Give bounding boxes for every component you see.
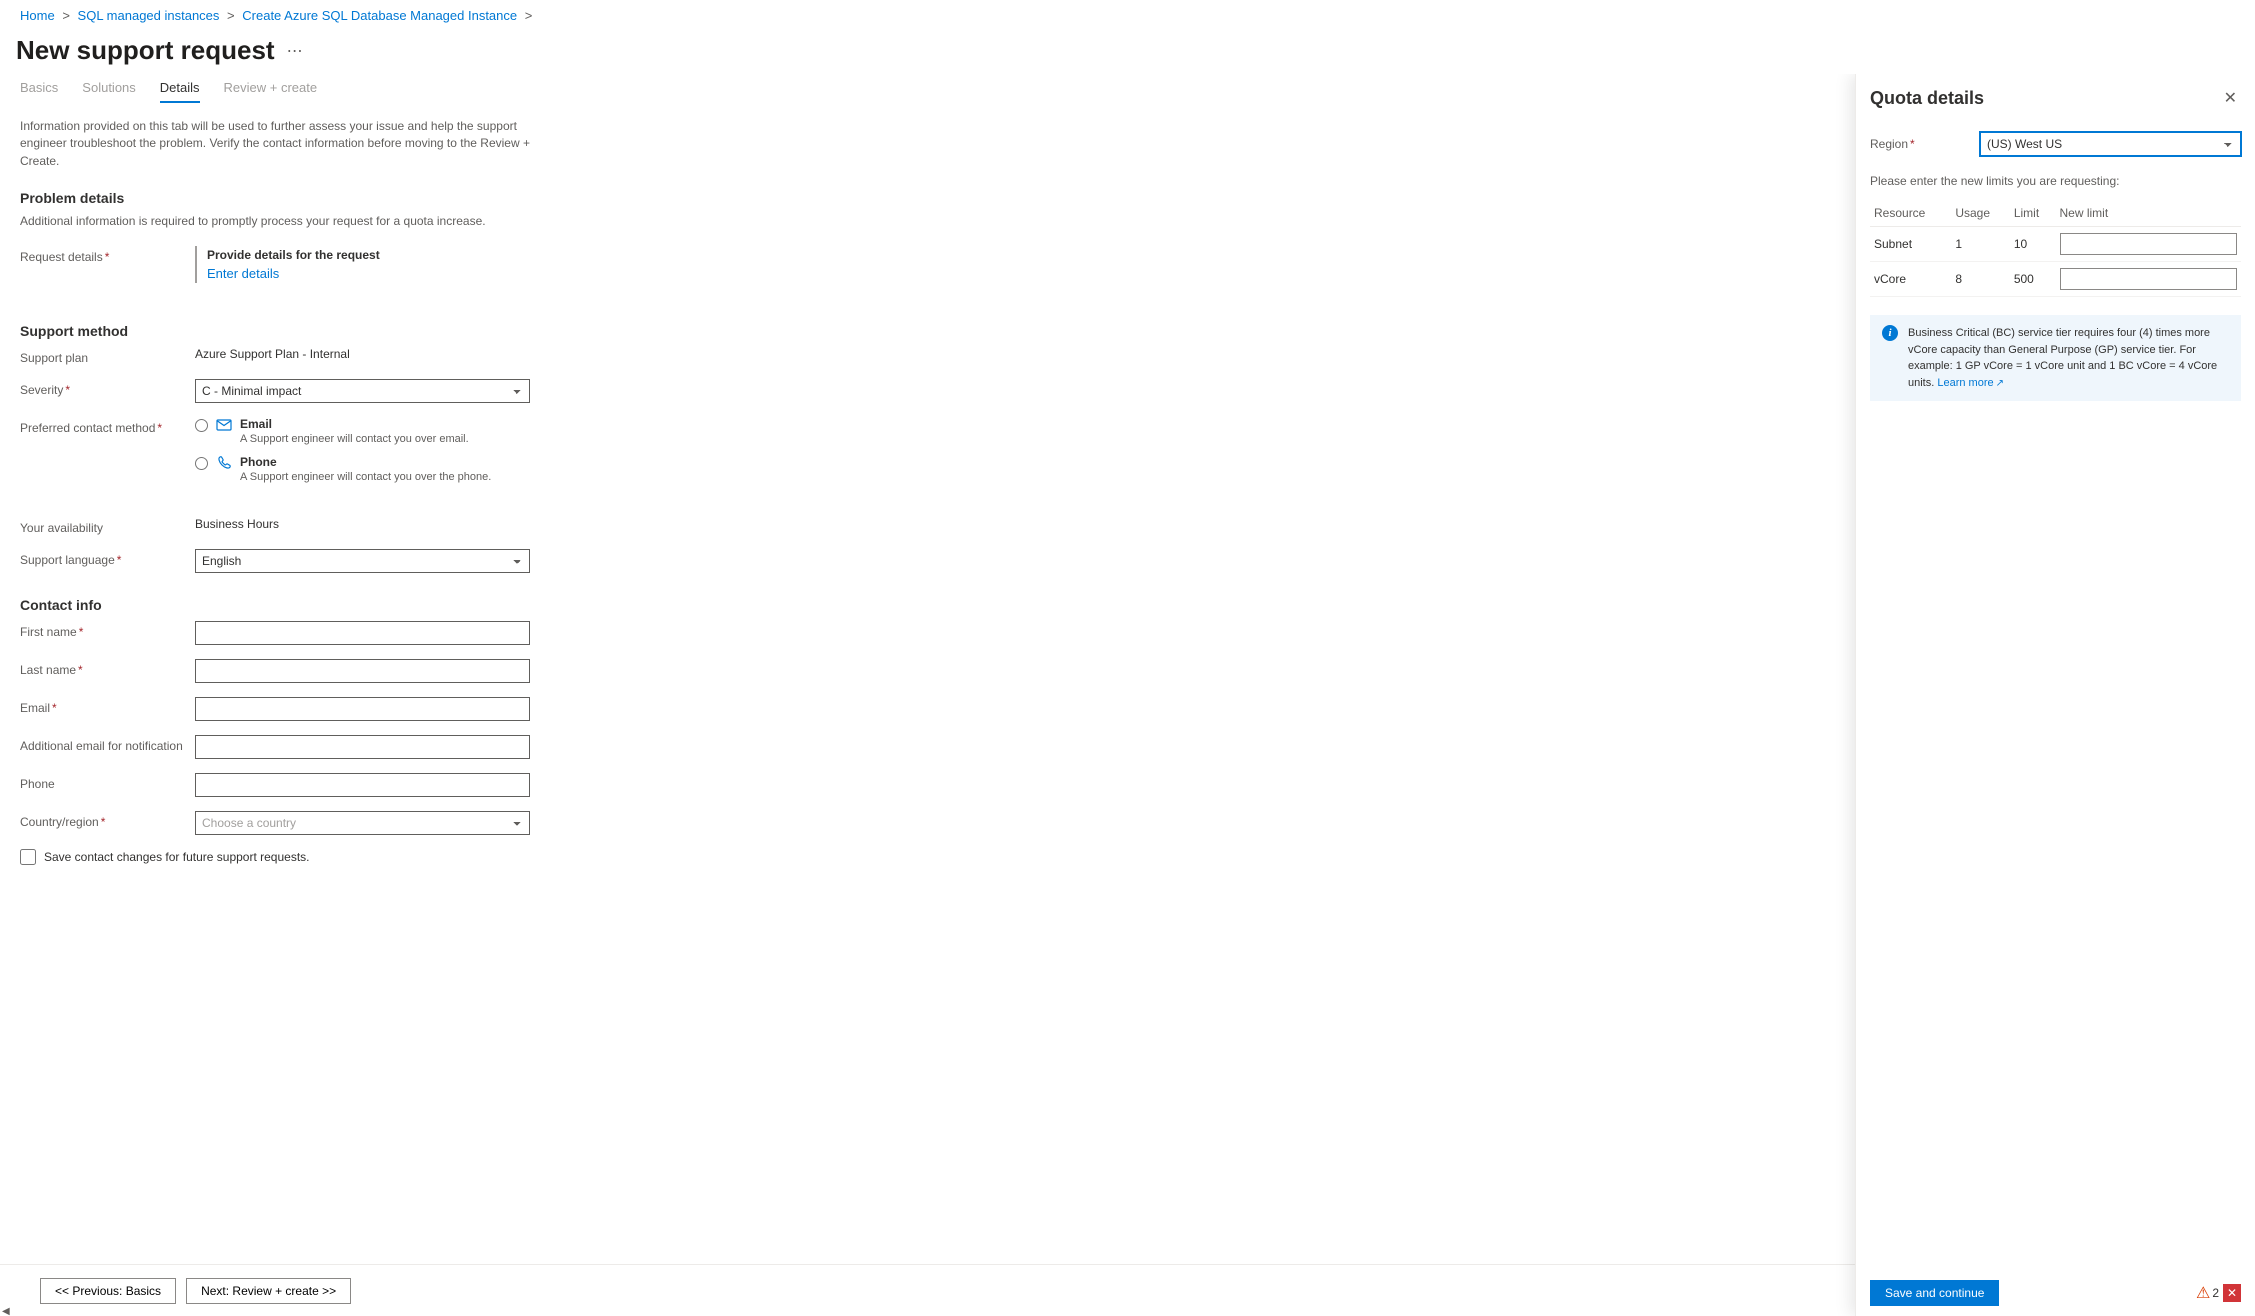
- warning-count: 2: [2212, 1286, 2219, 1300]
- country-select[interactable]: Choose a country: [195, 811, 530, 835]
- additional-email-input[interactable]: [195, 735, 530, 759]
- panel-title: Quota details: [1870, 88, 1984, 109]
- more-icon[interactable]: ⋯: [287, 41, 304, 61]
- phone-input[interactable]: [195, 773, 530, 797]
- cell-resource: Subnet: [1870, 227, 1951, 262]
- mail-icon: [216, 417, 232, 433]
- col-new-limit: New limit: [2056, 200, 2242, 227]
- close-icon[interactable]: ✕: [2220, 84, 2241, 112]
- table-row: vCore 8 500: [1870, 262, 2241, 297]
- cell-usage: 1: [1951, 227, 2009, 262]
- tab-solutions[interactable]: Solutions: [82, 74, 135, 103]
- contact-phone-radio[interactable]: [195, 457, 208, 470]
- new-limit-input-subnet[interactable]: [2060, 233, 2238, 255]
- contact-method-label: Preferred contact method*: [20, 417, 195, 435]
- first-name-label: First name*: [20, 621, 195, 639]
- contact-phone-desc: A Support engineer will contact you over…: [240, 471, 491, 483]
- col-limit: Limit: [2010, 200, 2056, 227]
- warning-badge[interactable]: ⚠ 2: [2196, 1283, 2219, 1303]
- severity-label: Severity*: [20, 379, 195, 397]
- support-plan-value: Azure Support Plan - Internal: [195, 347, 350, 361]
- language-select[interactable]: English: [195, 549, 530, 573]
- cell-limit: 500: [2010, 262, 2056, 297]
- phone-icon: [216, 455, 232, 471]
- breadcrumb-sql-managed-instances[interactable]: SQL managed instances: [78, 8, 220, 23]
- contact-email-label: Email: [240, 417, 469, 431]
- provide-details-title: Provide details for the request: [207, 248, 380, 262]
- scroll-left-icon[interactable]: ◀: [0, 1306, 14, 1316]
- next-button[interactable]: Next: Review + create >>: [186, 1278, 351, 1304]
- availability-label: Your availability: [20, 517, 195, 535]
- contact-phone-label: Phone: [240, 455, 491, 469]
- panel-instruction: Please enter the new limits you are requ…: [1870, 174, 2241, 188]
- support-plan-label: Support plan: [20, 347, 195, 365]
- external-link-icon: ↗: [1996, 378, 2004, 389]
- save-contact-checkbox[interactable]: [20, 849, 36, 865]
- cell-usage: 8: [1951, 262, 2009, 297]
- breadcrumb-home[interactable]: Home: [20, 8, 55, 23]
- info-icon: i: [1882, 325, 1898, 341]
- learn-more-link[interactable]: Learn more↗: [1937, 377, 2004, 389]
- save-contact-label[interactable]: Save contact changes for future support …: [44, 850, 310, 864]
- info-box: i Business Critical (BC) service tier re…: [1870, 315, 2241, 401]
- phone-label: Phone: [20, 773, 195, 791]
- breadcrumb-create-instance[interactable]: Create Azure SQL Database Managed Instan…: [242, 8, 517, 23]
- tab-review-create[interactable]: Review + create: [224, 74, 318, 103]
- first-name-input[interactable]: [195, 621, 530, 645]
- last-name-input[interactable]: [195, 659, 530, 683]
- additional-email-label: Additional email for notification: [20, 735, 195, 753]
- request-details-box: Provide details for the request Enter de…: [195, 246, 380, 283]
- chevron-right-icon: >: [62, 8, 70, 23]
- tab-basics[interactable]: Basics: [20, 74, 58, 103]
- email-label: Email*: [20, 697, 195, 715]
- cell-limit: 10: [2010, 227, 2056, 262]
- save-continue-button[interactable]: Save and continue: [1870, 1280, 1999, 1306]
- status-icons: ⚠ 2 ✕: [2196, 1283, 2241, 1303]
- region-label: Region*: [1870, 137, 1980, 151]
- language-label: Support language*: [20, 549, 195, 567]
- region-select[interactable]: (US) West US: [1980, 132, 2241, 156]
- page-title: New support request: [16, 35, 275, 66]
- quota-details-panel: Quota details ✕ Region* (US) West US Ple…: [1855, 74, 2255, 1316]
- contact-email-desc: A Support engineer will contact you over…: [240, 433, 469, 445]
- breadcrumb: Home > SQL managed instances > Create Az…: [0, 0, 2255, 31]
- cell-resource: vCore: [1870, 262, 1951, 297]
- tab-details[interactable]: Details: [160, 74, 200, 103]
- intro-text: Information provided on this tab will be…: [20, 118, 540, 170]
- availability-value: Business Hours: [195, 517, 279, 531]
- email-input[interactable]: [195, 697, 530, 721]
- quota-table: Resource Usage Limit New limit Subnet 1 …: [1870, 200, 2241, 297]
- error-icon[interactable]: ✕: [2223, 1284, 2241, 1302]
- table-row: Subnet 1 10: [1870, 227, 2241, 262]
- enter-details-link[interactable]: Enter details: [207, 266, 279, 281]
- new-limit-input-vcore[interactable]: [2060, 268, 2238, 290]
- col-usage: Usage: [1951, 200, 2009, 227]
- country-label: Country/region*: [20, 811, 195, 829]
- request-details-label: Request details*: [20, 246, 195, 264]
- warning-icon: ⚠: [2196, 1283, 2210, 1303]
- last-name-label: Last name*: [20, 659, 195, 677]
- chevron-right-icon: >: [525, 8, 533, 23]
- severity-select[interactable]: C - Minimal impact: [195, 379, 530, 403]
- contact-email-radio[interactable]: [195, 419, 208, 432]
- chevron-right-icon: >: [227, 8, 235, 23]
- page-title-row: New support request ⋯: [0, 31, 2255, 74]
- col-resource: Resource: [1870, 200, 1951, 227]
- previous-button[interactable]: << Previous: Basics: [40, 1278, 176, 1304]
